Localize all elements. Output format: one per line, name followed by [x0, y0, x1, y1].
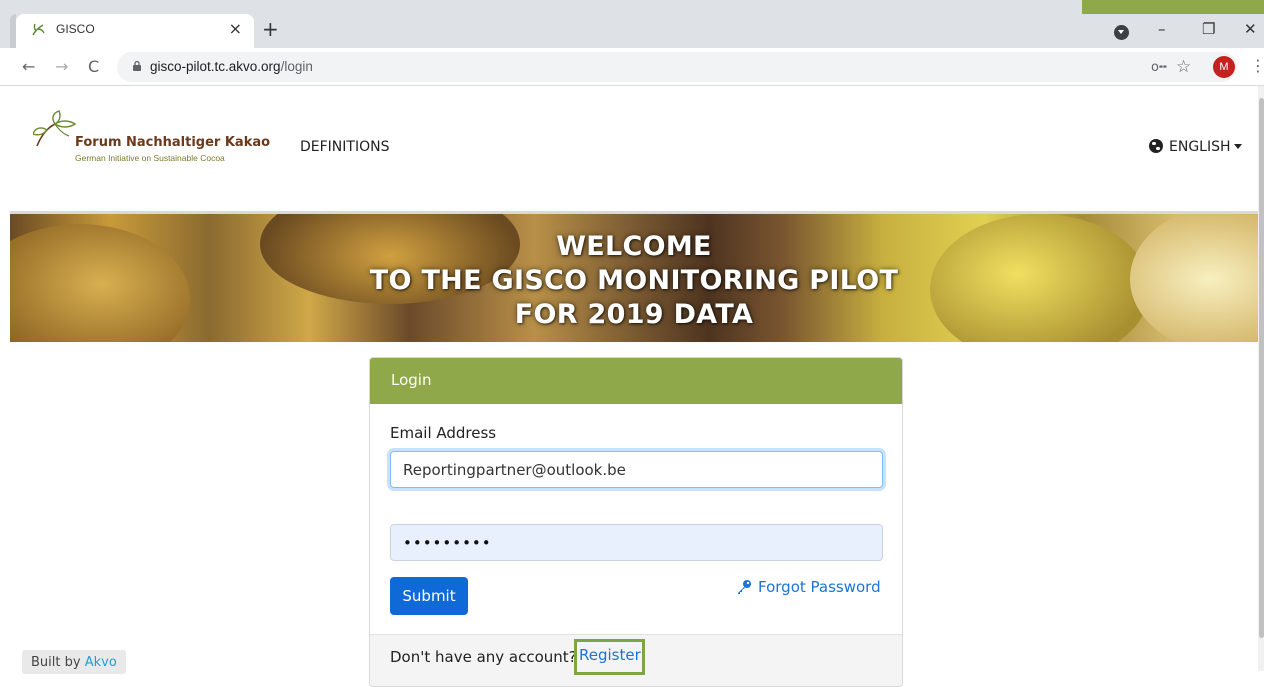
nav-definitions-link[interactable]: DEFINITIONS: [300, 139, 389, 155]
login-card: Login Email Address Submit Forgot Passwo…: [369, 357, 903, 687]
site-logo[interactable]: Forum Nachhaltiger Kakao German Initiati…: [33, 110, 273, 166]
akvo-link[interactable]: Akvo: [85, 655, 117, 670]
forgot-password-link[interactable]: Forgot Password: [736, 578, 881, 596]
language-label: ENGLISH: [1169, 139, 1231, 155]
forgot-password-label: Forgot Password: [758, 578, 881, 596]
submit-button[interactable]: Submit: [390, 577, 468, 615]
back-arrow-icon[interactable]: ←: [22, 57, 35, 76]
tab-title: GISCO: [56, 22, 95, 36]
hero-line-2: TO THE GISCO MONITORING PILOT: [369, 265, 899, 296]
url-omnibox[interactable]: gisco-pilot.tc.akvo.org/login o╍ ☆ M ⋮: [117, 52, 1264, 82]
built-by-badge: Built by Akvo: [22, 650, 126, 674]
hero-line-3: FOR 2019 DATA: [514, 299, 754, 330]
browser-tab-bar: GISCO × + – ❐ ✕: [0, 0, 1264, 48]
language-selector[interactable]: ENGLISH: [1149, 139, 1242, 155]
avatar[interactable]: M: [1213, 56, 1235, 78]
forward-arrow-icon[interactable]: →: [55, 57, 68, 76]
hero-line-1: WELCOME: [556, 231, 712, 262]
reload-icon[interactable]: C: [88, 57, 99, 76]
logo-subtitle: German Initiative on Sustainable Cocoa: [75, 153, 225, 163]
gisco-favicon-icon: [32, 23, 45, 36]
profile-dropdown-icon[interactable]: [1114, 25, 1129, 40]
cocoa-leaf-logo-icon: [33, 110, 77, 147]
globe-icon: [1149, 139, 1163, 153]
browser-tab[interactable]: GISCO ×: [16, 14, 254, 48]
url-text: gisco-pilot.tc.akvo.org/login: [150, 59, 313, 74]
login-card-header: Login: [370, 358, 902, 404]
scrollbar-thumb[interactable]: [1259, 98, 1264, 638]
restore-window-button[interactable]: ❐: [1202, 20, 1215, 38]
kebab-menu-icon[interactable]: ⋮: [1250, 56, 1264, 75]
close-window-button[interactable]: ✕: [1244, 20, 1257, 38]
hero-banner: WELCOME TO THE GISCO MONITORING PILOT FO…: [10, 214, 1258, 342]
email-label: Email Address: [390, 424, 497, 442]
key-icon: [738, 580, 751, 594]
new-tab-button[interactable]: +: [262, 19, 279, 39]
star-icon[interactable]: ☆: [1176, 57, 1191, 77]
lock-icon: [133, 61, 141, 71]
key-icon[interactable]: o╍: [1151, 60, 1167, 75]
login-card-footer: Don't have any account? Register: [370, 634, 902, 686]
minimize-window-button[interactable]: –: [1158, 20, 1166, 38]
email-field[interactable]: [390, 451, 883, 488]
window-accent-strip: [1082, 0, 1264, 14]
caret-down-icon: [1233, 144, 1242, 149]
register-link[interactable]: Register: [574, 639, 645, 675]
built-by-text: Built by: [31, 655, 81, 670]
password-field[interactable]: [390, 524, 883, 561]
no-account-text: Don't have any account?: [390, 648, 577, 666]
browser-address-bar: ← → C gisco-pilot.tc.akvo.org/login o╍ ☆…: [0, 48, 1264, 86]
logo-title: Forum Nachhaltiger Kakao: [75, 135, 271, 150]
hero-title: WELCOME TO THE GISCO MONITORING PILOT FO…: [10, 230, 1258, 332]
tab-close-icon[interactable]: ×: [229, 19, 242, 38]
